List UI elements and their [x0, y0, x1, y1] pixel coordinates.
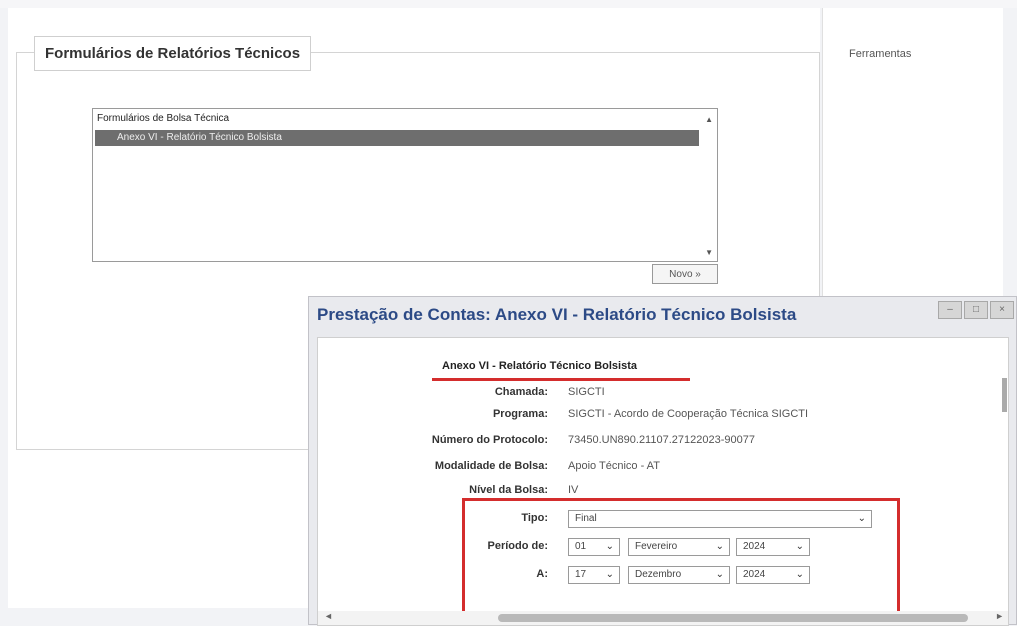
- protocolo-value: 73450.UN890.21107.27122023-90077: [568, 434, 755, 446]
- dialog-title: Prestação de Contas: Anexo VI - Relatóri…: [317, 305, 797, 324]
- forms-listbox[interactable]: Formulários de Bolsa Técnica Anexo VI - …: [92, 108, 718, 262]
- dialog-body: Anexo VI - Relatório Técnico Bolsista Ch…: [317, 337, 1009, 626]
- scroll-down-icon[interactable]: ▼: [705, 248, 713, 257]
- programa-label: Programa:: [492, 408, 548, 420]
- prestacao-dialog: Prestação de Contas: Anexo VI - Relatóri…: [308, 296, 1017, 626]
- horizontal-scrollbar-thumb[interactable]: [498, 614, 968, 622]
- scroll-up-icon[interactable]: ▲: [705, 115, 713, 124]
- close-icon[interactable]: ×: [990, 301, 1014, 319]
- heading-highlight-underline: [432, 378, 690, 381]
- sidebar-title: Ferramentas: [849, 48, 912, 60]
- period-highlight-box: [462, 498, 900, 614]
- chamada-value: SIGCTI: [568, 386, 605, 398]
- window-controls: – □ ×: [938, 301, 1014, 319]
- list-group-label: Formulários de Bolsa Técnica: [97, 113, 230, 124]
- novo-button[interactable]: Novo »: [652, 264, 718, 284]
- scroll-right-icon[interactable]: ►: [995, 611, 1004, 621]
- scroll-left-icon[interactable]: ◄: [324, 611, 333, 621]
- form-heading: Anexo VI - Relatório Técnico Bolsista: [442, 360, 637, 372]
- section-title: Formulários de Relatórios Técnicos: [34, 36, 312, 71]
- modalidade-value: Apoio Técnico - AT: [568, 460, 660, 472]
- list-item-anexo-vi[interactable]: Anexo VI - Relatório Técnico Bolsista: [95, 130, 699, 146]
- page-top-strip: [0, 0, 1017, 8]
- modalidade-label: Modalidade de Bolsa:: [434, 460, 548, 472]
- chamada-label: Chamada:: [494, 386, 548, 398]
- nivel-label: Nível da Bolsa:: [469, 484, 548, 496]
- horizontal-scrollbar[interactable]: ◄ ►: [318, 611, 1008, 625]
- vertical-scrollbar-thumb[interactable]: [1002, 378, 1007, 412]
- protocolo-label: Número do Protocolo:: [431, 434, 548, 446]
- maximize-icon[interactable]: □: [964, 301, 988, 319]
- minimize-icon[interactable]: –: [938, 301, 962, 319]
- nivel-value: IV: [568, 484, 579, 496]
- programa-value: SIGCTI - Acordo de Cooperação Técnica SI…: [568, 408, 809, 420]
